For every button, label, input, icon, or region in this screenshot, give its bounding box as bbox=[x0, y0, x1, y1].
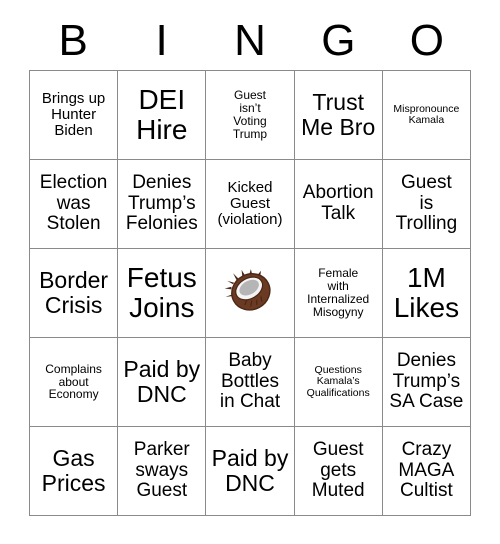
header-letter-i: I bbox=[155, 16, 168, 65]
bingo-cell-label: Complains about Economy bbox=[45, 361, 102, 402]
bingo-cell-label: Guest isn’t Voting Trump bbox=[232, 88, 268, 141]
header-letter-g: G bbox=[321, 16, 356, 65]
bingo-cell-label: Border Crisis bbox=[39, 267, 109, 318]
bingo-cell-label: Paid by DNC bbox=[211, 445, 289, 496]
bingo-cell-o1[interactable]: Mispronounce Kamala bbox=[382, 71, 471, 160]
bingo-cell-label: Parker sways Guest bbox=[133, 439, 190, 502]
bingo-cell-n5[interactable]: Paid by DNC bbox=[206, 427, 295, 516]
bingo-cell-label: Fetus Joins bbox=[126, 261, 197, 323]
header-letter-b: B bbox=[58, 16, 88, 65]
header-letter-o: O bbox=[409, 16, 444, 65]
bingo-grid: Brings up Hunter Biden DEI Hire Guest is… bbox=[29, 70, 471, 516]
bingo-cell-b1[interactable]: Brings up Hunter Biden bbox=[30, 71, 119, 160]
bingo-cell-n1[interactable]: Guest isn’t Voting Trump bbox=[206, 71, 295, 160]
bingo-cell-label: 1M Likes bbox=[393, 261, 460, 323]
bingo-cell-o4[interactable]: Denies Trump’s SA Case bbox=[382, 338, 471, 427]
bingo-cell-label: Kicked Guest (violation) bbox=[217, 178, 283, 229]
bingo-cell-label: Guest is Trolling bbox=[395, 172, 458, 235]
bingo-cell-o3[interactable]: 1M Likes bbox=[382, 249, 471, 338]
bingo-cell-label: Abortion Talk bbox=[302, 182, 374, 224]
bingo-header: B I N G O bbox=[29, 12, 471, 70]
bingo-cell-i2[interactable]: Denies Trump’s Felonies bbox=[118, 160, 207, 249]
bingo-card: B I N G O Brings up Hunter Biden DEI Hir… bbox=[0, 0, 500, 544]
bingo-cell-o2[interactable]: Guest is Trolling bbox=[382, 160, 471, 249]
coconut-emoji bbox=[223, 264, 277, 323]
bingo-cell-label: Mispronounce Kamala bbox=[393, 102, 460, 126]
header-letter-n: N bbox=[234, 16, 266, 65]
bingo-cell-label: Questions Kamala’s Qualifications bbox=[306, 364, 370, 399]
bingo-cell-b4[interactable]: Complains about Economy bbox=[30, 338, 119, 427]
bingo-cell-label: Female with Internalized Misogyny bbox=[307, 266, 370, 319]
bingo-cell-label: Crazy MAGA Cultist bbox=[398, 439, 455, 502]
bingo-cell-g5[interactable]: Guest gets Muted bbox=[294, 427, 383, 516]
bingo-cell-i5[interactable]: Parker sways Guest bbox=[118, 427, 207, 516]
bingo-cell-label: Baby Bottles in Chat bbox=[219, 350, 281, 413]
bingo-cell-b2[interactable]: Election was Stolen bbox=[30, 160, 119, 249]
bingo-cell-label: Gas Prices bbox=[41, 445, 106, 496]
bingo-cell-b5[interactable]: Gas Prices bbox=[30, 427, 119, 516]
bingo-cell-label: Trust Me Bro bbox=[301, 89, 376, 140]
bingo-cell-i4[interactable]: Paid by DNC bbox=[118, 338, 207, 427]
bingo-cell-label: Guest gets Muted bbox=[311, 439, 365, 502]
bingo-cell-b3[interactable]: Border Crisis bbox=[30, 249, 119, 338]
bingo-cell-g4[interactable]: Questions Kamala’s Qualifications bbox=[294, 338, 383, 427]
bingo-cell-free-space[interactable] bbox=[206, 249, 295, 338]
bingo-cell-label: Denies Trump’s Felonies bbox=[125, 172, 198, 235]
bingo-cell-g1[interactable]: Trust Me Bro bbox=[294, 71, 383, 160]
bingo-cell-o5[interactable]: Crazy MAGA Cultist bbox=[382, 427, 471, 516]
bingo-cell-label: Brings up Hunter Biden bbox=[41, 89, 106, 140]
bingo-cell-n4[interactable]: Baby Bottles in Chat bbox=[206, 338, 295, 427]
bingo-cell-label: Denies Trump’s SA Case bbox=[389, 350, 464, 413]
bingo-cell-label: Election was Stolen bbox=[39, 172, 108, 235]
bingo-cell-label: Paid by DNC bbox=[123, 356, 201, 407]
bingo-cell-i1[interactable]: DEI Hire bbox=[118, 71, 207, 160]
bingo-cell-g2[interactable]: Abortion Talk bbox=[294, 160, 383, 249]
bingo-cell-i3[interactable]: Fetus Joins bbox=[118, 249, 207, 338]
bingo-cell-label: DEI Hire bbox=[136, 83, 188, 145]
bingo-cell-n2[interactable]: Kicked Guest (violation) bbox=[206, 160, 295, 249]
bingo-cell-g3[interactable]: Female with Internalized Misogyny bbox=[294, 249, 383, 338]
